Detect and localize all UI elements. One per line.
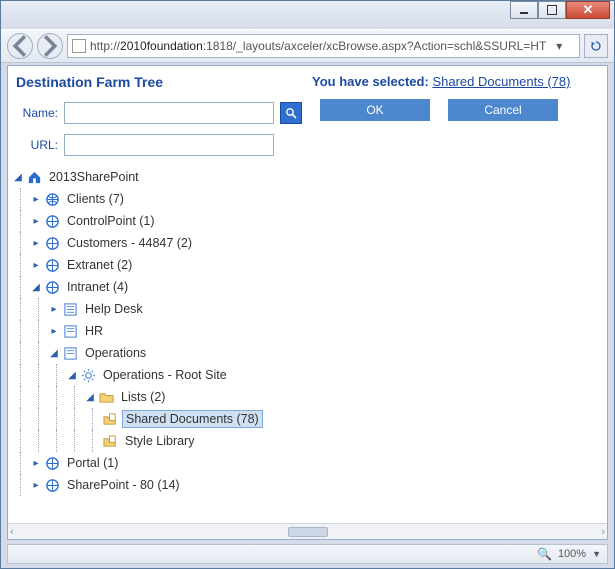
globe-icon — [44, 279, 60, 295]
refresh-button[interactable] — [584, 34, 608, 58]
collapse-icon[interactable]: ◢ — [48, 347, 60, 359]
window-minimize-button[interactable] — [510, 1, 538, 19]
browser-navbar: http://2010foundation:1818/_layouts/axce… — [1, 29, 614, 63]
address-url: http://2010foundation:1818/_layouts/axce… — [90, 39, 546, 53]
expand-icon[interactable]: ▸ — [30, 259, 42, 271]
collapse-icon[interactable]: ◢ — [30, 281, 42, 293]
scroll-left-icon[interactable]: ‹ — [10, 526, 14, 538]
zoom-level: 100% — [558, 548, 586, 560]
library-icon — [102, 411, 118, 427]
address-bar[interactable]: http://2010foundation:1818/_layouts/axce… — [67, 34, 580, 58]
expand-icon[interactable]: ▸ — [30, 457, 42, 469]
zoom-icon[interactable]: 🔍 — [537, 547, 552, 561]
tree-node-shareddocs[interactable]: Shared Documents (78) — [12, 408, 302, 430]
globe-icon — [44, 257, 60, 273]
site-icon — [62, 323, 78, 339]
status-bar: 🔍 100% ▼ — [7, 544, 608, 564]
site-icon — [62, 345, 78, 361]
tree-node-hr[interactable]: ▸HR — [12, 320, 302, 342]
tree-node-stylelib[interactable]: Style Library — [12, 430, 302, 452]
selected-link[interactable]: Shared Documents (78) — [432, 74, 570, 89]
globe-icon — [44, 213, 60, 229]
left-panel: Destination Farm Tree Name: URL: — [8, 66, 306, 539]
search-icon — [285, 107, 297, 119]
window-close-button[interactable]: ✕ — [566, 1, 610, 19]
tree-node-selected-label: Shared Documents (78) — [122, 410, 263, 428]
farm-tree: ◢ 2013SharePoint ▸Clients (7) ▸ControlPo… — [12, 162, 302, 535]
panel-title: Destination Farm Tree — [12, 72, 302, 98]
globe-icon — [44, 477, 60, 493]
expand-icon[interactable]: ▸ — [30, 215, 42, 227]
tree-node-portal[interactable]: ▸Portal (1) — [12, 452, 302, 474]
search-button[interactable] — [280, 102, 302, 124]
site-icon — [62, 301, 78, 317]
url-input[interactable] — [64, 134, 274, 156]
window-titlebar: ✕ — [1, 1, 614, 29]
expand-icon[interactable]: ◢ — [12, 171, 24, 183]
tree-node-opsroot[interactable]: ◢Operations - Root Site — [12, 364, 302, 386]
globe-icon — [44, 455, 60, 471]
collapse-icon[interactable]: ◢ — [84, 391, 96, 403]
tree-node-operations[interactable]: ◢Operations — [12, 342, 302, 364]
tree-node-intranet[interactable]: ◢Intranet (4) — [12, 276, 302, 298]
name-input[interactable] — [64, 102, 274, 124]
home-icon — [26, 169, 42, 185]
ok-button[interactable]: OK — [320, 99, 430, 121]
url-label: URL: — [12, 138, 58, 152]
library-icon — [102, 433, 118, 449]
tree-node-sharepoint80[interactable]: ▸SharePoint - 80 (14) — [12, 474, 302, 496]
page-icon — [72, 39, 86, 53]
nav-back-button[interactable] — [7, 33, 33, 59]
tree-node-lists[interactable]: ◢Lists (2) — [12, 386, 302, 408]
folder-icon — [98, 389, 114, 405]
window-maximize-button[interactable] — [538, 1, 566, 19]
tree-node-clients[interactable]: ▸Clients (7) — [12, 188, 302, 210]
expand-icon[interactable]: ▸ — [30, 237, 42, 249]
collapse-icon[interactable]: ◢ — [66, 369, 78, 381]
expand-icon[interactable]: ▸ — [30, 193, 42, 205]
tree-node-root[interactable]: ◢ 2013SharePoint — [12, 166, 302, 188]
expand-icon[interactable]: ▸ — [30, 479, 42, 491]
globe-icon — [44, 235, 60, 251]
scrollbar-thumb[interactable] — [288, 527, 328, 537]
horizontal-scrollbar[interactable]: ‹ › — [8, 523, 607, 539]
name-label: Name: — [12, 106, 58, 120]
gear-icon — [80, 367, 96, 383]
address-dropdown-icon[interactable]: ▾ — [550, 39, 568, 53]
globe-icon — [44, 191, 60, 207]
right-panel: You have selected: Shared Documents (78)… — [306, 66, 607, 539]
expand-icon[interactable]: ▸ — [48, 325, 60, 337]
tree-node-controlpoint[interactable]: ▸ControlPoint (1) — [12, 210, 302, 232]
tree-node-customers[interactable]: ▸Customers - 44847 (2) — [12, 232, 302, 254]
zoom-dropdown-icon[interactable]: ▼ — [592, 549, 601, 559]
tree-node-extranet[interactable]: ▸Extranet (2) — [12, 254, 302, 276]
expand-icon[interactable]: ▸ — [48, 303, 60, 315]
scroll-right-icon[interactable]: › — [601, 526, 605, 538]
tree-node-helpdesk[interactable]: ▸Help Desk — [12, 298, 302, 320]
cancel-button[interactable]: Cancel — [448, 99, 558, 121]
nav-forward-button[interactable] — [37, 33, 63, 59]
selection-line: You have selected: Shared Documents (78) — [312, 72, 601, 99]
